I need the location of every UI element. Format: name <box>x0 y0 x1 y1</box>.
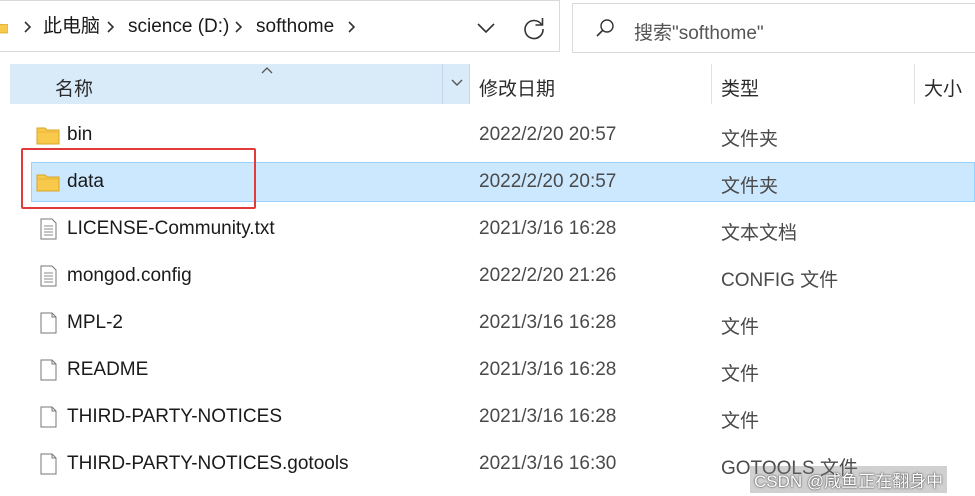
file-name: THIRD-PARTY-NOTICES <box>67 406 283 427</box>
breadcrumb-drive[interactable]: science (D:) <box>128 16 229 38</box>
file-type: 文件 <box>721 364 760 385</box>
file-name: THIRD-PARTY-NOTICES.gotools <box>67 453 349 474</box>
folder-icon <box>0 23 8 34</box>
file-date: 2021/3/16 16:28 <box>479 406 617 427</box>
file-name: MPL-2 <box>67 312 123 333</box>
file-type: 文件 <box>721 411 760 432</box>
file-date: 2021/3/16 16:28 <box>479 359 617 380</box>
refresh-icon[interactable] <box>517 11 551 45</box>
watermark: CSDN @咸鱼正在翻身中 <box>750 466 948 493</box>
column-divider[interactable] <box>914 64 915 104</box>
column-date-label[interactable]: 修改日期 <box>479 74 555 101</box>
file-icon <box>40 359 57 381</box>
file-type: 文件 <box>721 317 760 338</box>
chevron-right-icon[interactable] <box>346 19 356 35</box>
address-bar[interactable]: 此电脑 science (D:) softhome <box>0 0 560 52</box>
text-file-icon <box>40 218 57 240</box>
column-size-label[interactable]: 大小 <box>924 74 962 101</box>
file-type: 文件夹 <box>721 129 779 150</box>
annotation-highlight-box <box>21 148 256 209</box>
breadcrumb-softhome[interactable]: softhome <box>256 16 334 38</box>
sort-ascending-icon <box>261 67 273 74</box>
file-date: 2022/2/20 21:26 <box>479 265 617 286</box>
chevron-right-icon[interactable] <box>105 19 115 35</box>
file-icon <box>40 312 57 334</box>
column-name-label: 名称 <box>55 79 94 100</box>
file-type: 文本文档 <box>721 223 798 244</box>
file-row-mongod-config[interactable]: mongod.config 2022/2/20 21:26 CONFIG 文件 <box>0 256 975 296</box>
chevron-down-icon[interactable] <box>450 78 464 88</box>
column-divider <box>442 64 443 104</box>
column-divider[interactable] <box>711 64 712 104</box>
config-file-icon <box>40 265 57 287</box>
file-name: LICENSE-Community.txt <box>67 218 275 239</box>
file-type: CONFIG 文件 <box>721 270 839 291</box>
file-name: README <box>67 359 149 380</box>
search-box[interactable]: 搜索"softhome" <box>572 3 975 53</box>
column-type-label[interactable]: 类型 <box>721 74 759 101</box>
file-row-third-party-notices[interactable]: THIRD-PARTY-NOTICES 2021/3/16 16:28 文件 <box>0 397 975 437</box>
file-date: 2021/3/16 16:28 <box>479 312 617 333</box>
history-dropdown-icon[interactable] <box>469 11 503 45</box>
chevron-right-icon[interactable] <box>22 19 32 35</box>
file-name: bin <box>67 124 93 145</box>
file-row-mpl-2[interactable]: MPL-2 2021/3/16 16:28 文件 <box>0 303 975 343</box>
column-header: 名称 修改日期 类型 大小 <box>0 64 975 106</box>
file-icon <box>40 406 57 428</box>
file-row-readme[interactable]: README 2021/3/16 16:28 文件 <box>0 350 975 390</box>
search-input[interactable]: 搜索"softhome" <box>634 18 764 45</box>
file-name: mongod.config <box>67 265 192 286</box>
file-date: 2022/2/20 20:57 <box>479 171 617 192</box>
column-header-name[interactable]: 名称 <box>10 64 470 104</box>
file-date: 2021/3/16 16:30 <box>479 453 617 474</box>
chevron-right-icon[interactable] <box>233 19 243 35</box>
folder-icon <box>36 127 60 145</box>
file-date: 2021/3/16 16:28 <box>479 218 617 239</box>
breadcrumb-this-pc[interactable]: 此电脑 <box>43 16 100 38</box>
file-icon <box>40 453 57 475</box>
file-date: 2022/2/20 20:57 <box>479 124 617 145</box>
file-type: 文件夹 <box>721 176 779 197</box>
file-row-license[interactable]: LICENSE-Community.txt 2021/3/16 16:28 文本… <box>0 209 975 249</box>
search-icon <box>596 19 614 37</box>
